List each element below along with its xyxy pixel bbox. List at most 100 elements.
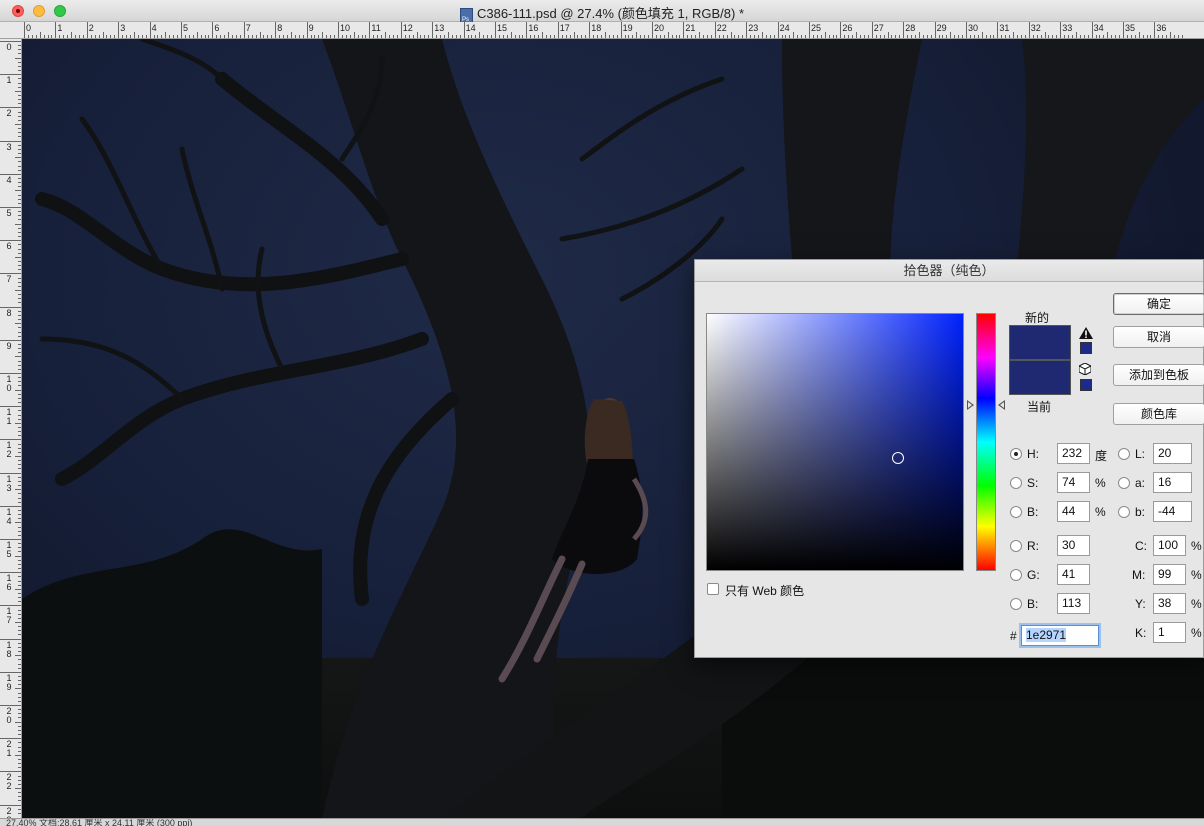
yellow-input[interactable]: 38	[1153, 593, 1186, 614]
red-input[interactable]: 30	[1057, 535, 1090, 556]
magenta-input[interactable]: 99	[1153, 564, 1186, 585]
ruler-minor-tick	[18, 514, 21, 516]
ruler-number: 34	[1093, 23, 1104, 33]
saturation-radio[interactable]	[1010, 477, 1022, 489]
ruler-major-tick	[463, 22, 465, 38]
lab-a-radio[interactable]	[1118, 477, 1130, 489]
ruler-minor-tick	[612, 35, 614, 38]
ruler-minor-tick	[18, 808, 21, 810]
hue-slider-right-arrow[interactable]	[998, 399, 1005, 410]
ruler-minor-tick	[18, 485, 21, 487]
ruler-minor-tick	[18, 592, 21, 594]
ruler-minor-tick	[18, 393, 21, 395]
ruler-minor-tick	[18, 617, 21, 619]
lab-l-input[interactable]: 20	[1153, 443, 1192, 464]
red-radio[interactable]	[1010, 540, 1022, 552]
saturation-input[interactable]: 74	[1057, 472, 1090, 493]
web-colors-only-checkbox[interactable]	[707, 583, 719, 595]
ruler-minor-tick	[765, 35, 767, 38]
ruler-minor-tick	[177, 35, 179, 38]
ruler-number: 6	[6, 241, 12, 252]
ruler-minor-tick	[251, 35, 253, 38]
lab-l-radio[interactable]	[1118, 448, 1130, 460]
ruler-minor-tick	[416, 32, 418, 38]
current-color-swatch[interactable]	[1009, 360, 1071, 395]
ruler-major-tick	[1123, 22, 1124, 38]
ruler-minor-tick	[67, 35, 69, 38]
color-selection-ring[interactable]	[891, 452, 904, 465]
ruler-minor-tick	[220, 35, 222, 38]
ruler-major-tick	[306, 22, 308, 38]
ruler-minor-tick	[18, 568, 21, 570]
ruler-minor-tick	[18, 700, 21, 702]
ruler-minor-tick	[750, 35, 752, 38]
ruler-minor-tick	[879, 35, 881, 38]
black-input[interactable]: 1	[1153, 622, 1186, 643]
ok-button[interactable]: 确定	[1113, 293, 1204, 315]
hex-input[interactable]: 1e2971	[1021, 625, 1099, 646]
ruler-minor-tick	[467, 35, 469, 38]
hue-slider-left-arrow[interactable]	[967, 399, 974, 410]
ruler-number: 5	[6, 208, 12, 218]
blue-input[interactable]: 113	[1057, 593, 1090, 614]
green-input[interactable]: 41	[1057, 564, 1090, 585]
cyan-input[interactable]: 100	[1153, 535, 1186, 556]
ruler-minor-tick	[94, 35, 96, 38]
horizontal-ruler[interactable]: 0 1 2 3 4 5 6 7 8 9 10 11 12 13 14 15 16 17 18 19 20 21 22 23 24…	[0, 22, 1204, 39]
ruler-minor-tick	[18, 796, 21, 798]
ruler-minor-tick	[18, 543, 21, 545]
vertical-ruler[interactable]: 01234567891011121314151617181920212223	[0, 39, 22, 818]
color-libraries-button[interactable]: 颜色库	[1113, 403, 1204, 425]
lab-a-input[interactable]: 16	[1153, 472, 1192, 493]
cancel-button[interactable]: 取消	[1113, 326, 1204, 348]
ruler-minor-tick	[18, 169, 21, 171]
ruler-minor-tick	[18, 476, 21, 478]
ruler-minor-tick	[18, 675, 21, 677]
ruler-minor-tick	[483, 35, 485, 38]
warning-triangle-icon[interactable]	[1079, 327, 1093, 339]
ruler-minor-tick	[102, 32, 104, 38]
black-unit: %	[1191, 626, 1202, 640]
ruler-minor-tick	[973, 35, 975, 38]
brightness-input[interactable]: 44	[1057, 501, 1090, 522]
ruler-major-tick	[24, 22, 25, 38]
ruler-minor-tick	[18, 148, 21, 150]
hue-radio[interactable]	[1010, 448, 1022, 460]
add-to-swatches-button[interactable]: 添加到色板	[1113, 364, 1204, 386]
new-color-swatch	[1009, 325, 1071, 360]
lab-b-radio[interactable]	[1118, 506, 1130, 518]
ruler-minor-tick	[883, 35, 885, 38]
ruler-minor-tick	[491, 35, 493, 38]
ruler-number: 19	[6, 672, 12, 692]
ruler-major-tick	[369, 22, 371, 38]
ruler-minor-tick	[773, 35, 775, 38]
ruler-minor-tick	[349, 35, 351, 38]
ruler-minor-tick	[18, 265, 21, 267]
ruler-minor-tick	[18, 431, 21, 433]
ruler-minor-tick	[334, 35, 336, 38]
lab-b-input[interactable]: -44	[1153, 501, 1192, 522]
ruler-number: 17	[559, 23, 570, 33]
web-safe-swatch[interactable]	[1080, 379, 1092, 391]
ruler-minor-tick	[196, 32, 198, 38]
ruler-number: 32	[1030, 23, 1041, 33]
ruler-minor-tick	[18, 717, 21, 719]
ruler-minor-tick	[18, 414, 21, 416]
hue-slider[interactable]	[976, 313, 996, 571]
ruler-minor-tick	[1099, 35, 1101, 38]
ruler-minor-tick	[224, 35, 226, 38]
cube-icon[interactable]	[1079, 363, 1091, 375]
ruler-minor-tick	[18, 202, 21, 204]
green-radio[interactable]	[1010, 569, 1022, 581]
brightness-radio[interactable]	[1010, 506, 1022, 518]
ruler-minor-tick	[15, 356, 21, 358]
ruler-minor-tick	[18, 651, 21, 653]
saturation-brightness-field[interactable]	[706, 313, 964, 571]
ruler-minor-tick	[18, 186, 21, 188]
ruler-major-tick	[683, 22, 685, 38]
hue-input[interactable]: 232	[1057, 443, 1090, 464]
ruler-major-tick	[243, 22, 245, 38]
ruler-minor-tick	[310, 35, 312, 38]
blue-radio[interactable]	[1010, 598, 1022, 610]
gamut-warning-swatch[interactable]	[1080, 342, 1092, 354]
